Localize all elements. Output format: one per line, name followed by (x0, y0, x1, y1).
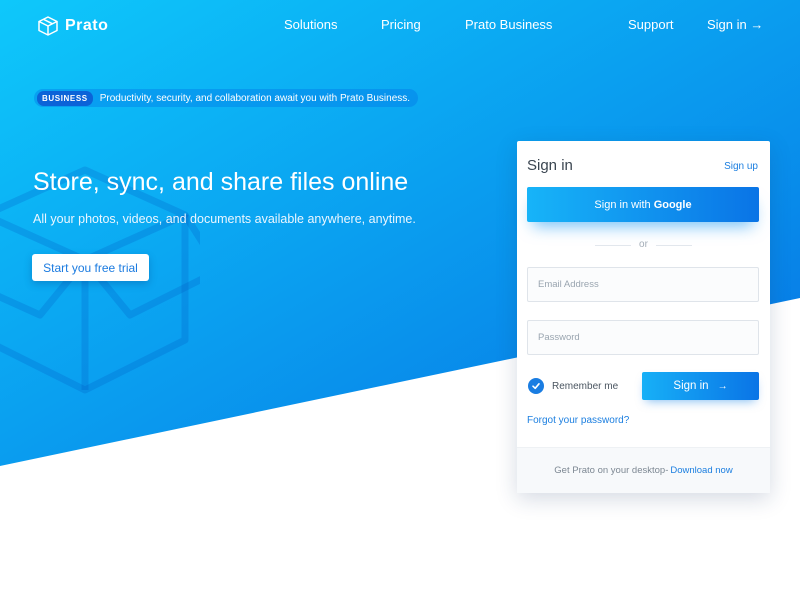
business-badge: BUSINESS (37, 90, 93, 106)
announcement-text: Productivity, security, and collaboratio… (99, 92, 411, 104)
brand-name: Prato (65, 17, 109, 34)
hero-headline: Store, sync, and share files online (33, 168, 409, 196)
nav-link-solutions[interactable]: Solutions (284, 17, 337, 32)
google-button-brand: Google (653, 198, 692, 211)
remember-me-label: Remember me (552, 380, 619, 392)
checkmark-icon (528, 378, 544, 394)
divider-line-right (656, 245, 692, 246)
nav-sign-in-link[interactable]: Sign in → (707, 17, 763, 32)
nav-link-pricing[interactable]: Pricing (381, 17, 421, 32)
sign-in-title: Sign in (527, 157, 573, 174)
sign-up-link[interactable]: Sign up (724, 161, 758, 172)
google-button-prefix: Sign in with (594, 198, 651, 211)
hero-subline: All your photos, videos, and documents a… (33, 212, 416, 226)
desktop-app-text: Get Prato on your desktop- (554, 465, 669, 476)
landing-page: Prato Solutions Pricing Prato Business S… (0, 0, 800, 600)
announcement-banner[interactable]: BUSINESS Productivity, security, and col… (34, 89, 419, 107)
cube-logo-icon (38, 16, 58, 36)
arrow-right-icon: → (717, 380, 728, 392)
sign-in-card: Sign in Sign up Sign in with Google or R… (517, 141, 770, 493)
brand-logo[interactable]: Prato (37, 15, 108, 37)
remember-me-checkbox[interactable]: Remember me (528, 378, 618, 394)
sign-in-button-label: Sign in (673, 380, 709, 392)
password-field-wrapper (527, 320, 759, 355)
download-now-link[interactable]: Download now (670, 465, 732, 476)
top-nav: Prato Solutions Pricing Prato Business S… (0, 0, 800, 50)
email-field-wrapper (527, 267, 759, 302)
start-free-trial-button[interactable]: Start you free trial (32, 254, 149, 281)
nav-link-support[interactable]: Support (628, 17, 674, 32)
forgot-password-link[interactable]: Forgot your password? (527, 415, 629, 426)
or-divider: or (595, 239, 692, 253)
password-field[interactable] (528, 321, 758, 354)
card-footer: Get Prato on your desktop- Download now (517, 447, 770, 493)
sign-in-submit-button[interactable]: Sign in → (642, 372, 759, 400)
email-field[interactable] (528, 268, 758, 301)
nav-link-prato-business[interactable]: Prato Business (465, 17, 552, 32)
google-sign-in-button[interactable]: Sign in with Google (527, 187, 759, 222)
